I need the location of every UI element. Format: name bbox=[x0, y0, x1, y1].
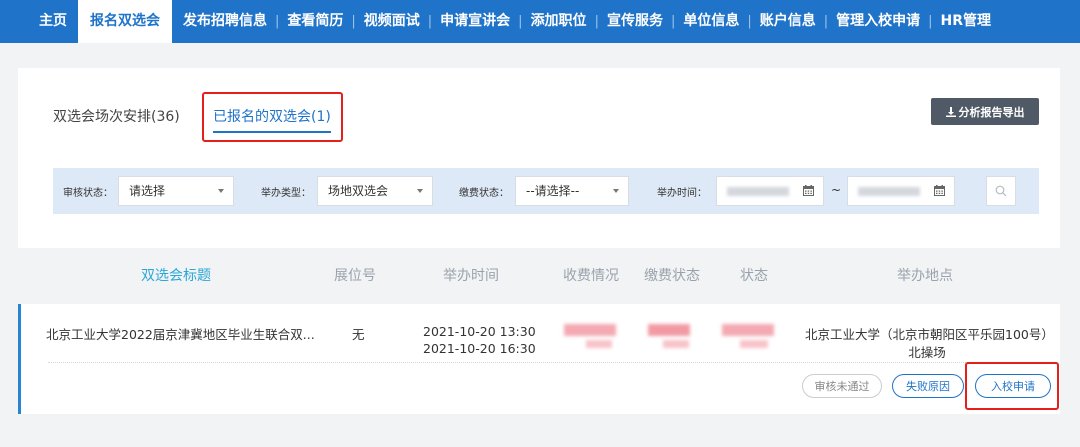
type-select[interactable]: 场地双选会 bbox=[317, 176, 433, 206]
nav-item-home[interactable]: 主页 bbox=[32, 0, 74, 43]
redacted-status bbox=[722, 324, 774, 336]
location-line-1: 北京工业大学（北京市朝阳区平乐园100号） bbox=[805, 327, 1054, 342]
table-row: 北京工业大学2022届京津冀地区毕业生联合双... 无 2021-10-20 1… bbox=[18, 304, 1060, 414]
time-end: 2021-10-20 16:30 bbox=[423, 341, 536, 356]
nav-item-apply-presentation[interactable]: 申请宣讲会 bbox=[433, 0, 517, 43]
review-status-badge: 审核未通过 bbox=[802, 374, 882, 398]
redacted-date bbox=[858, 187, 920, 196]
payment-status-value: --请选择-- bbox=[526, 184, 580, 198]
redacted-status bbox=[740, 340, 768, 348]
tab-fair-schedule[interactable]: 双选会场次安排(36) bbox=[53, 106, 180, 126]
payment-status-select[interactable]: --请选择-- bbox=[515, 176, 629, 206]
column-header-location: 举办地点 bbox=[897, 268, 953, 284]
column-header-fee: 收费情况 bbox=[563, 268, 619, 284]
search-icon bbox=[995, 185, 1007, 197]
redacted-date bbox=[727, 187, 789, 196]
nav-item-video-interview[interactable]: 视频面试 bbox=[357, 0, 427, 43]
export-report-button[interactable]: 分析报告导出 bbox=[931, 98, 1039, 125]
nav-item-join-fair[interactable]: 报名双选会 bbox=[78, 0, 172, 43]
nav-item-hr-management[interactable]: HR管理 bbox=[934, 0, 999, 43]
chevron-down-icon bbox=[613, 189, 619, 193]
row-divider bbox=[48, 362, 1048, 363]
nav-item-post-job[interactable]: 发布招聘信息 bbox=[176, 0, 274, 43]
date-range-separator: ~ bbox=[831, 183, 842, 197]
time-label: 举办时间： bbox=[657, 188, 707, 199]
nav-item-campus-entry[interactable]: 管理入校申请 bbox=[829, 0, 927, 43]
highlight-box bbox=[202, 92, 343, 142]
export-report-label: 分析报告导出 bbox=[958, 105, 1025, 119]
failure-reason-button[interactable]: 失败原因 bbox=[892, 374, 964, 398]
end-date-input[interactable] bbox=[847, 176, 955, 206]
filter-bar: 审核状态： 请选择 举办类型： 场地双选会 缴费状态： --请选择-- 举办时间… bbox=[53, 168, 1039, 214]
download-icon bbox=[945, 106, 956, 117]
review-status-value: 请选择 bbox=[129, 184, 166, 198]
nav-item-company-info[interactable]: 单位信息 bbox=[676, 0, 746, 43]
chevron-down-icon bbox=[417, 189, 423, 193]
row-accent-bar bbox=[18, 304, 21, 414]
review-status-select[interactable]: 请选择 bbox=[118, 176, 234, 206]
search-button[interactable] bbox=[986, 176, 1016, 206]
type-label: 举办类型： bbox=[261, 188, 311, 199]
redacted-payment bbox=[648, 324, 690, 336]
type-value: 场地双选会 bbox=[328, 184, 389, 198]
nav-item-account-info[interactable]: 账户信息 bbox=[753, 0, 823, 43]
fair-filter-card: 双选会场次安排(36) 已报名的双选会(1) 分析报告导出 审核状态： 请选择 … bbox=[18, 68, 1060, 248]
payment-status-label: 缴费状态： bbox=[459, 188, 509, 199]
start-date-input[interactable] bbox=[716, 176, 824, 206]
redacted-payment bbox=[663, 340, 689, 348]
nav-item-add-position[interactable]: 添加职位 bbox=[524, 0, 594, 43]
column-header-booth: 展位号 bbox=[334, 268, 376, 284]
calendar-icon bbox=[803, 185, 814, 196]
fair-title[interactable]: 北京工业大学2022届京津冀地区毕业生联合双... bbox=[46, 324, 315, 343]
column-header-time: 举办时间 bbox=[443, 268, 499, 284]
calendar-icon bbox=[934, 185, 945, 196]
location-line-2: 北操场 bbox=[908, 345, 946, 360]
nav-item-promotion[interactable]: 宣传服务 bbox=[600, 0, 670, 43]
column-header-status: 状态 bbox=[740, 268, 768, 284]
column-header-payment: 缴费状态 bbox=[644, 268, 700, 284]
time-start: 2021-10-20 13:30 bbox=[423, 324, 536, 339]
redacted-fee bbox=[564, 324, 616, 336]
booth-number: 无 bbox=[352, 327, 365, 342]
column-header-title: 双选会标题 bbox=[141, 268, 211, 284]
nav-item-view-resume[interactable]: 查看简历 bbox=[280, 0, 350, 43]
review-status-label: 审核状态： bbox=[63, 188, 113, 199]
chevron-down-icon bbox=[218, 189, 224, 193]
redacted-fee bbox=[586, 340, 612, 348]
highlight-box bbox=[965, 362, 1059, 410]
top-navigation: 主页 报名双选会 发布招聘信息 | 查看简历 | 视频面试 | 申请宣讲会 | … bbox=[0, 0, 1080, 43]
